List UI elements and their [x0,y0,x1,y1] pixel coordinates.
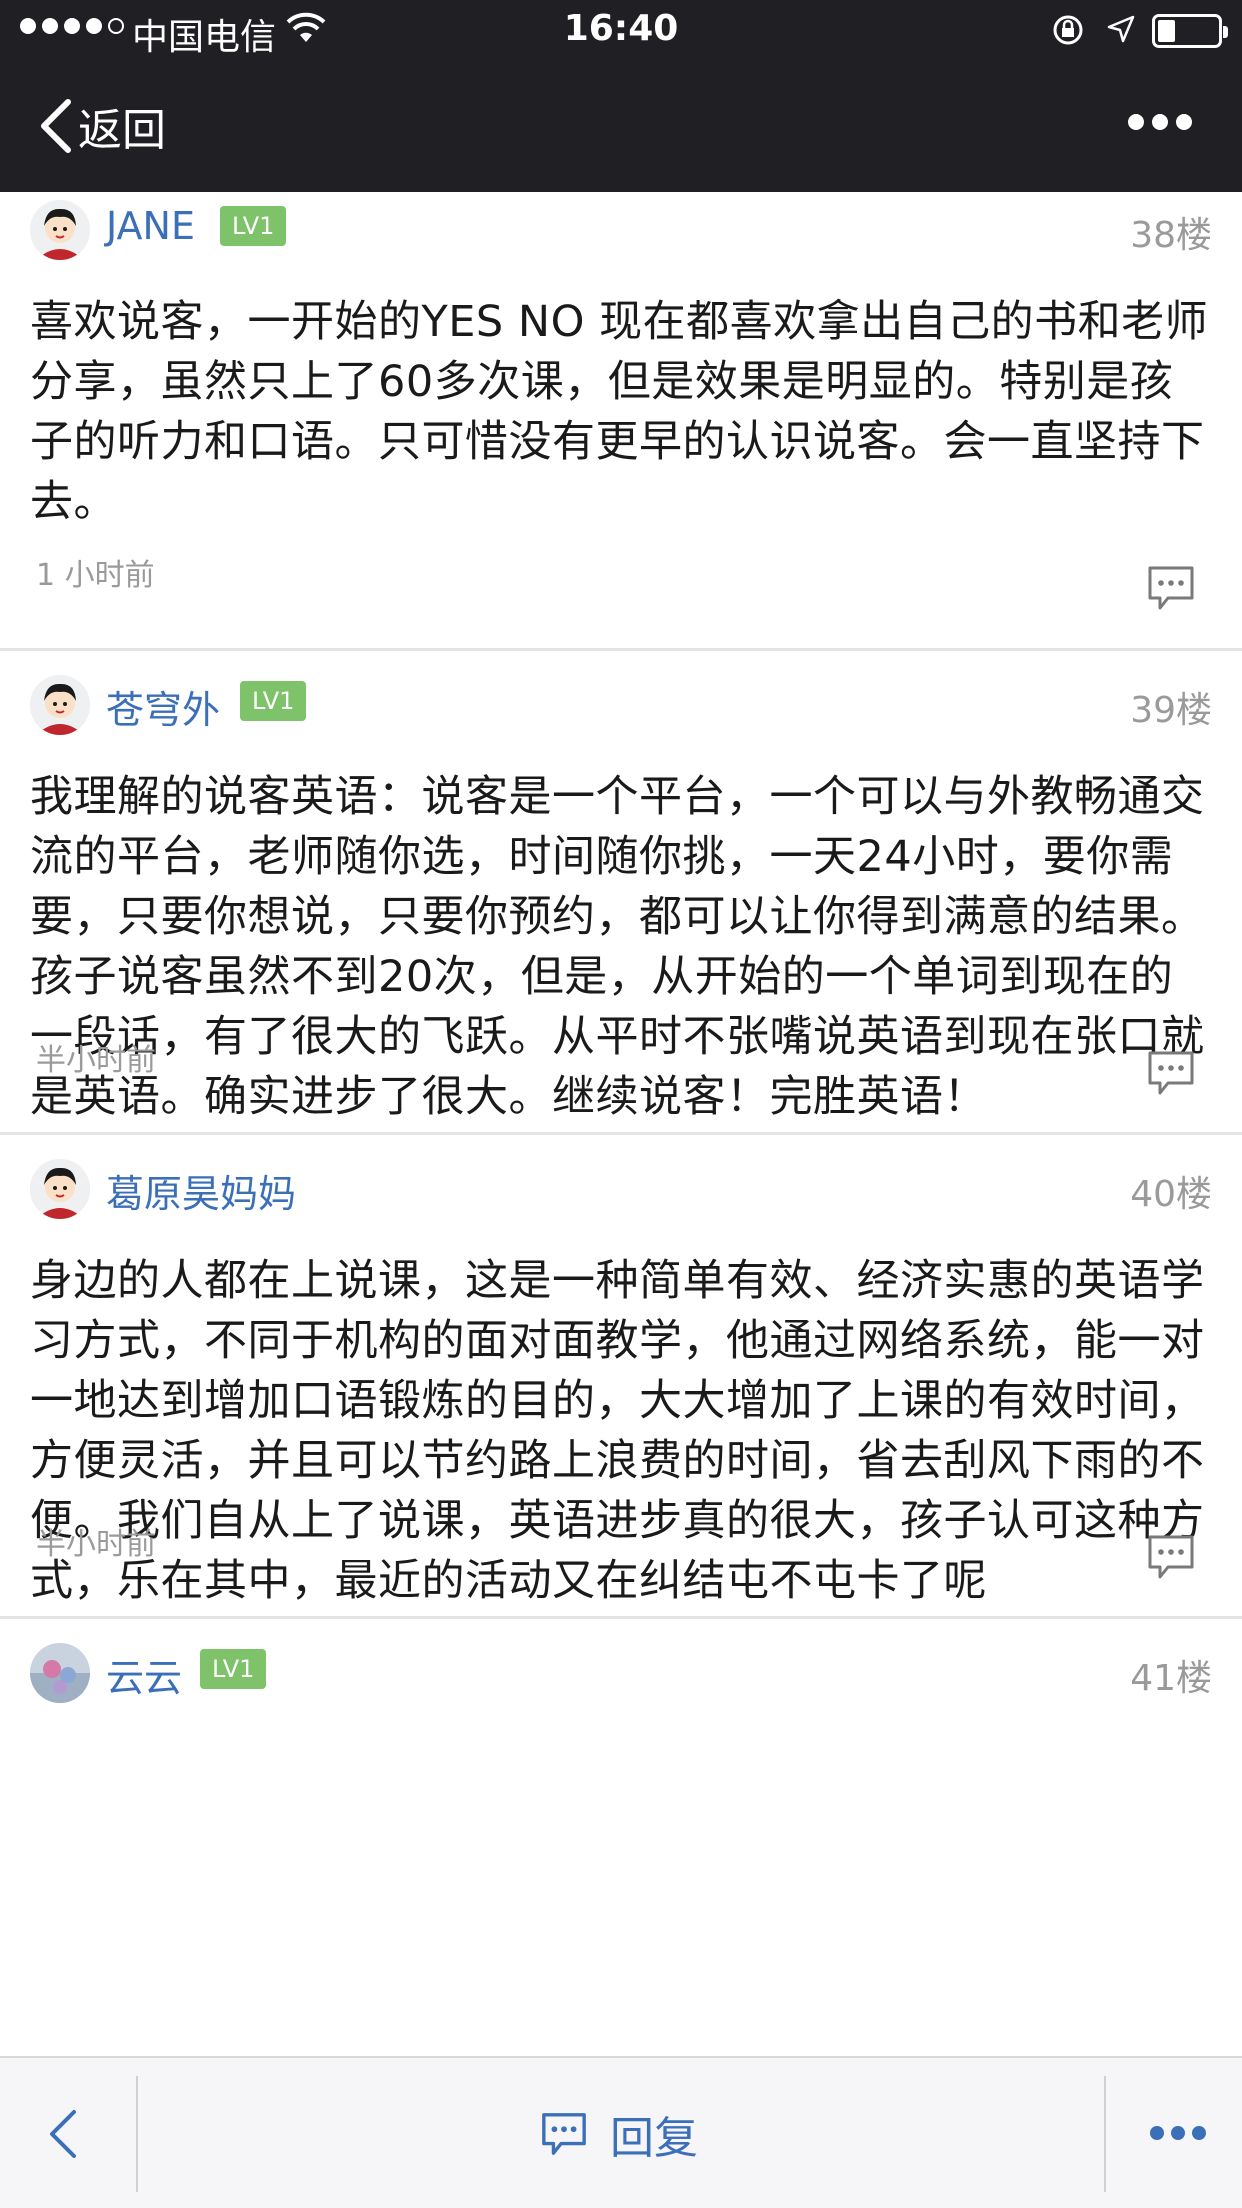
bottom-toolbar: 回复 [0,2056,1242,2208]
post-header: 苍穹外 LV1 39楼 [0,667,1242,741]
status-bar: 中国电信 16:40 [0,0,1242,62]
comment-icon[interactable] [1146,564,1196,612]
post-time: 1 小时前 [36,558,155,593]
floor-number: 40楼 [1130,1174,1212,1215]
post-header: 云云 LV1 41楼 [0,1635,1242,1709]
rotation-lock-icon [1053,15,1083,45]
comment-icon[interactable] [1146,1533,1196,1581]
more-dot-icon [1128,114,1144,130]
more-dot-icon [1176,114,1192,130]
username-link[interactable]: 苍穹外 [106,679,220,734]
cartoon-avatar-icon [30,675,90,735]
battery-icon [1152,14,1228,48]
post-content: 我理解的说客英语：说客是一个平台，一个可以与外教畅通交流的平台，老师随你选，时间… [30,772,1205,1122]
more-dot-icon [1192,2126,1206,2140]
avatar[interactable] [30,675,90,735]
reply-label: 回复 [610,2113,698,2164]
chevron-left-icon [41,99,71,153]
floor-number: 41楼 [1130,1658,1212,1699]
post-header: 葛原昊妈妈 40楼 [0,1151,1242,1225]
top-bar: 中国电信 16:40 返回 [0,0,1242,192]
cartoon-avatar-icon [30,1159,90,1219]
avatar[interactable] [30,200,90,260]
more-dot-icon [1152,114,1168,130]
post-content: 喜欢说客，一开始的YES NO 现在都喜欢拿出自己的书和老师分享，虽然只上了60… [30,297,1209,527]
toolbar-divider [136,2076,138,2192]
level-badge: LV1 [200,1649,267,1689]
previous-button[interactable] [40,2104,84,2164]
toolbar-more-button[interactable] [1150,2126,1206,2140]
reply-post: 苍穹外 LV1 39楼 我理解的说客英语：说客是一个平台，一个可以与外教畅通交流… [0,667,1242,1135]
more-dot-icon [1171,2126,1185,2140]
nav-bar: 返回 [0,62,1242,192]
post-header: JANE LV1 38楼 [0,192,1242,266]
toolbar-divider [1104,2076,1106,2192]
level-badge: LV1 [220,206,287,246]
username-link[interactable]: JANE [106,204,195,248]
reply-post: JANE LV1 38楼 喜欢说客，一开始的YES NO 现在都喜欢拿出自己的书… [0,192,1242,651]
reply-comment-icon [542,2113,586,2155]
avatar[interactable] [30,1159,90,1219]
post-content: 身边的人都在上说课，这是一种简单有效、经济实惠的英语学习方式，不同于机构的面对面… [30,1256,1205,1606]
comment-icon[interactable] [1146,1049,1196,1097]
username-link[interactable]: 云云 [106,1647,182,1702]
floor-number: 38楼 [1130,215,1212,256]
post-time: 半小时前 [36,1043,156,1078]
username-link[interactable]: 葛原昊妈妈 [106,1163,296,1218]
level-badge: LV1 [240,681,307,721]
reply-button[interactable]: 回复 [540,2102,698,2166]
location-icon [1107,15,1135,43]
photo-avatar-icon [30,1643,90,1703]
back-button[interactable]: 返回 [38,94,166,158]
battery-level [1158,20,1175,42]
reply-post: 云云 LV1 41楼 [0,1635,1242,1755]
floor-number: 39楼 [1130,690,1212,731]
post-time: 半小时前 [36,1527,156,1562]
more-dot-icon [1150,2126,1164,2140]
more-menu-button[interactable] [1128,114,1192,130]
reply-feed: JANE LV1 38楼 喜欢说客，一开始的YES NO 现在都喜欢拿出自己的书… [0,192,1242,2056]
reply-post: 葛原昊妈妈 40楼 身边的人都在上说课，这是一种简单有效、经济实惠的英语学习方式… [0,1151,1242,1619]
back-label: 返回 [78,105,166,156]
avatar[interactable] [30,1643,90,1703]
cartoon-avatar-icon [30,200,90,260]
